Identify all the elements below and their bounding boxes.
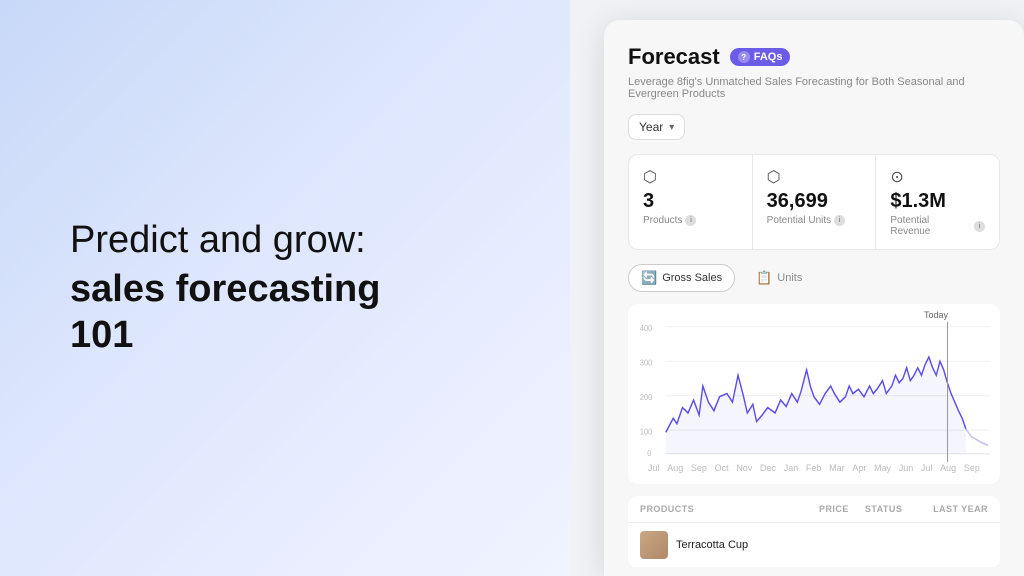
- x-label-jul2: Jul: [921, 463, 933, 473]
- today-label: Today: [924, 310, 948, 320]
- product-thumbnail: [640, 531, 668, 559]
- stats-row: ⬡ 3 Products i ⬡ 36,699 Potential Units …: [628, 154, 1000, 250]
- units-toggle-label: Units: [777, 272, 802, 284]
- page-title: Forecast: [628, 44, 720, 70]
- gross-sales-toggle[interactable]: 🔄 Gross Sales: [628, 264, 735, 292]
- x-label-dec: Dec: [760, 463, 776, 473]
- faq-badge[interactable]: ? FAQs: [730, 48, 791, 66]
- units-toggle[interactable]: 📋 Units: [743, 264, 815, 292]
- products-icon: ⬡: [643, 167, 738, 187]
- products-info-icon: i: [685, 215, 696, 226]
- svg-text:100: 100: [640, 427, 653, 437]
- x-label-jun: Jun: [899, 463, 914, 473]
- x-label-jul: Jul: [648, 463, 660, 473]
- x-label-aug: Aug: [667, 463, 683, 473]
- products-value: 3: [643, 191, 738, 211]
- revenue-value: $1.3M: [890, 191, 985, 211]
- th-products: PRODUCTS: [640, 504, 779, 514]
- left-panel: Predict and grow: sales forecasting 101: [0, 0, 570, 576]
- hero-text: Predict and grow: sales forecasting 101: [70, 218, 450, 359]
- products-label: Products i: [643, 215, 738, 226]
- units-toggle-icon: 📋: [756, 270, 772, 286]
- x-label-sep2: Sep: [964, 463, 980, 473]
- svg-text:0: 0: [647, 448, 652, 456]
- table-header: PRODUCTS PRICE STATUS LAST YEAR: [628, 496, 1000, 523]
- faq-icon: ?: [738, 51, 750, 63]
- th-status: STATUS: [849, 504, 919, 514]
- stat-revenue: ⊙ $1.3M Potential Revenue i: [876, 155, 999, 249]
- chevron-down-icon: ▾: [669, 122, 674, 133]
- products-table: PRODUCTS PRICE STATUS LAST YEAR Terracot…: [628, 496, 1000, 568]
- forecast-chart: 400 300 200 100 0: [638, 316, 990, 456]
- today-line: [947, 322, 948, 462]
- x-label-apr: Apr: [852, 463, 866, 473]
- svg-text:400: 400: [640, 324, 653, 334]
- product-name: Terracotta Cup: [676, 539, 988, 551]
- year-dropdown[interactable]: Year ▾: [628, 114, 685, 140]
- faq-label: FAQs: [754, 51, 783, 63]
- revenue-icon: ⊙: [890, 167, 985, 187]
- x-axis-labels: Jul Aug Sep Oct Nov Dec Jan Feb Mar Apr …: [638, 463, 990, 473]
- units-icon: ⬡: [767, 167, 862, 187]
- x-label-nov: Nov: [736, 463, 752, 473]
- right-panel: Forecast ? FAQs Leverage 8fig's Unmatche…: [570, 0, 1024, 576]
- x-label-sep: Sep: [691, 463, 707, 473]
- hero-subtitle: Predict and grow:: [70, 218, 450, 264]
- x-label-may: May: [874, 463, 891, 473]
- svg-text:200: 200: [640, 392, 653, 402]
- svg-text:300: 300: [640, 358, 653, 368]
- th-price: PRICE: [779, 504, 849, 514]
- x-label-feb: Feb: [806, 463, 822, 473]
- dashboard-subtitle: Leverage 8fig's Unmatched Sales Forecast…: [628, 76, 1000, 100]
- units-label: Potential Units i: [767, 215, 862, 226]
- year-dropdown-label: Year: [639, 120, 663, 134]
- hero-title: sales forecasting 101: [70, 267, 450, 358]
- chart-area: Today 400 300 200 100 0: [628, 304, 1000, 484]
- stat-products: ⬡ 3 Products i: [629, 155, 753, 249]
- units-info-icon: i: [834, 215, 845, 226]
- table-row: Terracotta Cup: [628, 523, 1000, 568]
- units-value: 36,699: [767, 191, 862, 211]
- x-label-aug2: Aug: [940, 463, 956, 473]
- th-lastyear: LAST YEAR: [918, 504, 988, 514]
- gross-sales-icon: 🔄: [641, 270, 657, 286]
- dashboard-header: Forecast ? FAQs: [628, 44, 1000, 70]
- stat-units: ⬡ 36,699 Potential Units i: [753, 155, 877, 249]
- revenue-label: Potential Revenue i: [890, 215, 985, 237]
- toggle-row: 🔄 Gross Sales 📋 Units: [628, 264, 1000, 292]
- revenue-info-icon: i: [974, 221, 985, 232]
- x-label-oct: Oct: [715, 463, 729, 473]
- dashboard-card: Forecast ? FAQs Leverage 8fig's Unmatche…: [604, 20, 1024, 576]
- x-label-jan: Jan: [784, 463, 799, 473]
- gross-sales-label: Gross Sales: [662, 272, 722, 284]
- x-label-mar: Mar: [829, 463, 845, 473]
